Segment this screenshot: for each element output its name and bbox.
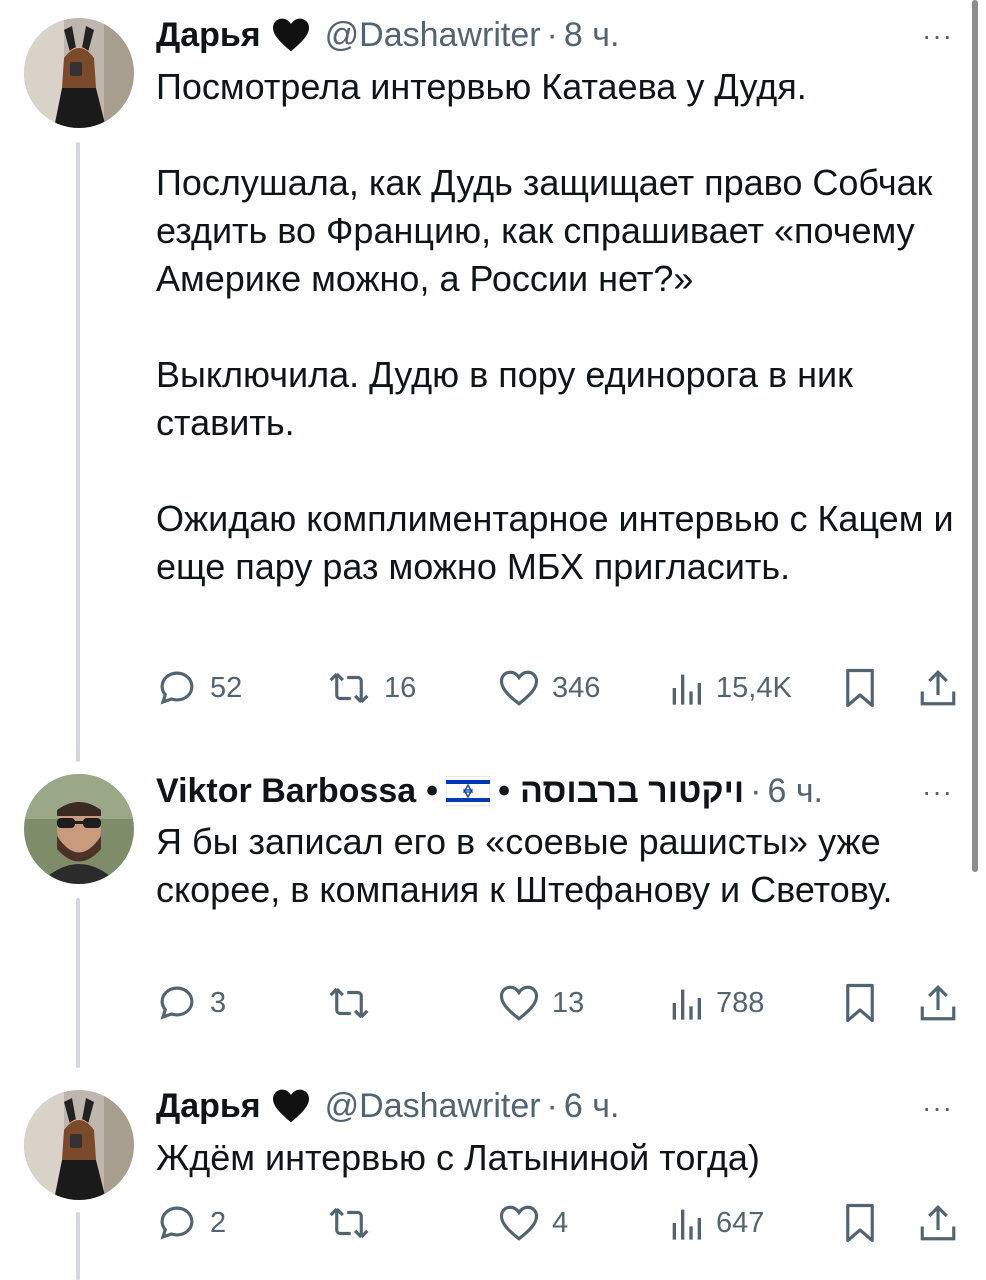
tweet-text: Ждём интервью с Латыниной тогда): [156, 1137, 760, 1178]
like-count: 346: [552, 671, 601, 704]
separator-dot: ·: [546, 1086, 558, 1125]
reply-button[interactable]: 3: [156, 978, 226, 1028]
timestamp[interactable]: 6 ч.: [564, 1087, 620, 1126]
heart-outline-icon: [498, 1203, 540, 1243]
bookmark-icon: [842, 982, 878, 1024]
views-count: 15,4K: [716, 671, 792, 704]
tweet-text: Посмотрела интервью Катаева у Дудя. Посл…: [156, 66, 954, 587]
reply-button[interactable]: 52: [156, 663, 242, 713]
thread-line: [76, 1212, 80, 1280]
separator-dot: ·: [750, 771, 762, 810]
reply-icon: [156, 1202, 198, 1244]
bar-chart-icon: [668, 983, 704, 1023]
retweet-count: 16: [384, 671, 417, 704]
views-button[interactable]: 15,4K: [668, 663, 792, 713]
author-handle[interactable]: @Dashawriter: [325, 1087, 541, 1126]
more-options-icon[interactable]: ···: [922, 1092, 953, 1124]
author-name[interactable]: Дарья: [156, 1087, 261, 1126]
bookmark-button[interactable]: [842, 978, 878, 1028]
like-button[interactable]: 13: [498, 978, 584, 1028]
like-count: 4: [552, 1206, 569, 1239]
views-button[interactable]: 788: [668, 978, 764, 1028]
thread-line: [76, 898, 80, 1068]
black-heart-icon: [271, 17, 311, 53]
reply-button[interactable]: 2: [156, 1198, 226, 1248]
tweet-header: Viktor Barbossa • • ויקטור ברבוסה · 6 ч.: [156, 766, 823, 816]
share-icon: [918, 1202, 958, 1244]
heart-outline-icon: [498, 983, 540, 1023]
like-button[interactable]: 346: [498, 663, 600, 713]
retweet-button[interactable]: 16: [326, 663, 416, 713]
views-button[interactable]: 647: [668, 1198, 764, 1248]
tweet-actions: 2 4 647: [156, 1198, 966, 1248]
bookmark-icon: [842, 1202, 878, 1244]
author-name[interactable]: Viktor Barbossa: [156, 772, 416, 811]
share-icon: [918, 667, 958, 709]
thread-line: [76, 142, 80, 762]
reply-count: 52: [210, 671, 243, 704]
like-count: 13: [552, 986, 585, 1019]
views-count: 788: [716, 986, 765, 1019]
separator-dot: ·: [546, 15, 558, 54]
tweet-header: Дарья @Dashawriter · 8 ч.: [156, 10, 619, 60]
heart-outline-icon: [498, 668, 540, 708]
more-options-icon[interactable]: ···: [922, 20, 953, 52]
name-separator: •: [498, 771, 510, 810]
author-handle[interactable]: @Dashawriter: [325, 16, 541, 55]
timestamp[interactable]: 6 ч.: [767, 772, 823, 811]
retweet-icon: [326, 1202, 372, 1244]
tweet-text: Я бы записал его в «соевые рашисты» уже …: [156, 821, 893, 910]
retweet-button[interactable]: [326, 1198, 384, 1248]
bookmark-button[interactable]: [842, 1198, 878, 1248]
share-button[interactable]: [918, 978, 958, 1028]
retweet-button[interactable]: [326, 978, 384, 1028]
bar-chart-icon: [668, 1203, 704, 1243]
author-name-hebrew[interactable]: ויקטור ברבוסה: [520, 772, 744, 811]
avatar[interactable]: [24, 18, 134, 128]
bookmark-icon: [842, 667, 878, 709]
tweet-actions: 52 16 346 15,4K: [156, 663, 966, 713]
timestamp[interactable]: 8 ч.: [564, 16, 620, 55]
name-separator: •: [426, 771, 439, 810]
share-button[interactable]: [918, 1198, 958, 1248]
retweet-icon: [326, 667, 372, 709]
share-button[interactable]: [918, 663, 958, 713]
scrollbar[interactable]: [972, 0, 978, 872]
black-heart-icon: [271, 1088, 311, 1124]
tweet-header: Дарья @Dashawriter · 6 ч.: [156, 1081, 619, 1131]
reply-count: 3: [210, 986, 227, 1019]
israel-flag-icon: [446, 776, 491, 806]
bookmark-button[interactable]: [842, 663, 878, 713]
bar-chart-icon: [668, 668, 704, 708]
avatar[interactable]: [24, 1090, 134, 1200]
reply-icon: [156, 667, 198, 709]
reply-icon: [156, 982, 198, 1024]
like-button[interactable]: 4: [498, 1198, 568, 1248]
reply-count: 2: [210, 1206, 227, 1239]
tweet-actions: 3 13 788: [156, 978, 966, 1028]
avatar[interactable]: [24, 774, 134, 884]
retweet-icon: [326, 982, 372, 1024]
share-icon: [918, 982, 958, 1024]
more-options-icon[interactable]: ···: [922, 776, 953, 808]
author-name[interactable]: Дарья: [156, 16, 261, 55]
views-count: 647: [716, 1206, 765, 1239]
